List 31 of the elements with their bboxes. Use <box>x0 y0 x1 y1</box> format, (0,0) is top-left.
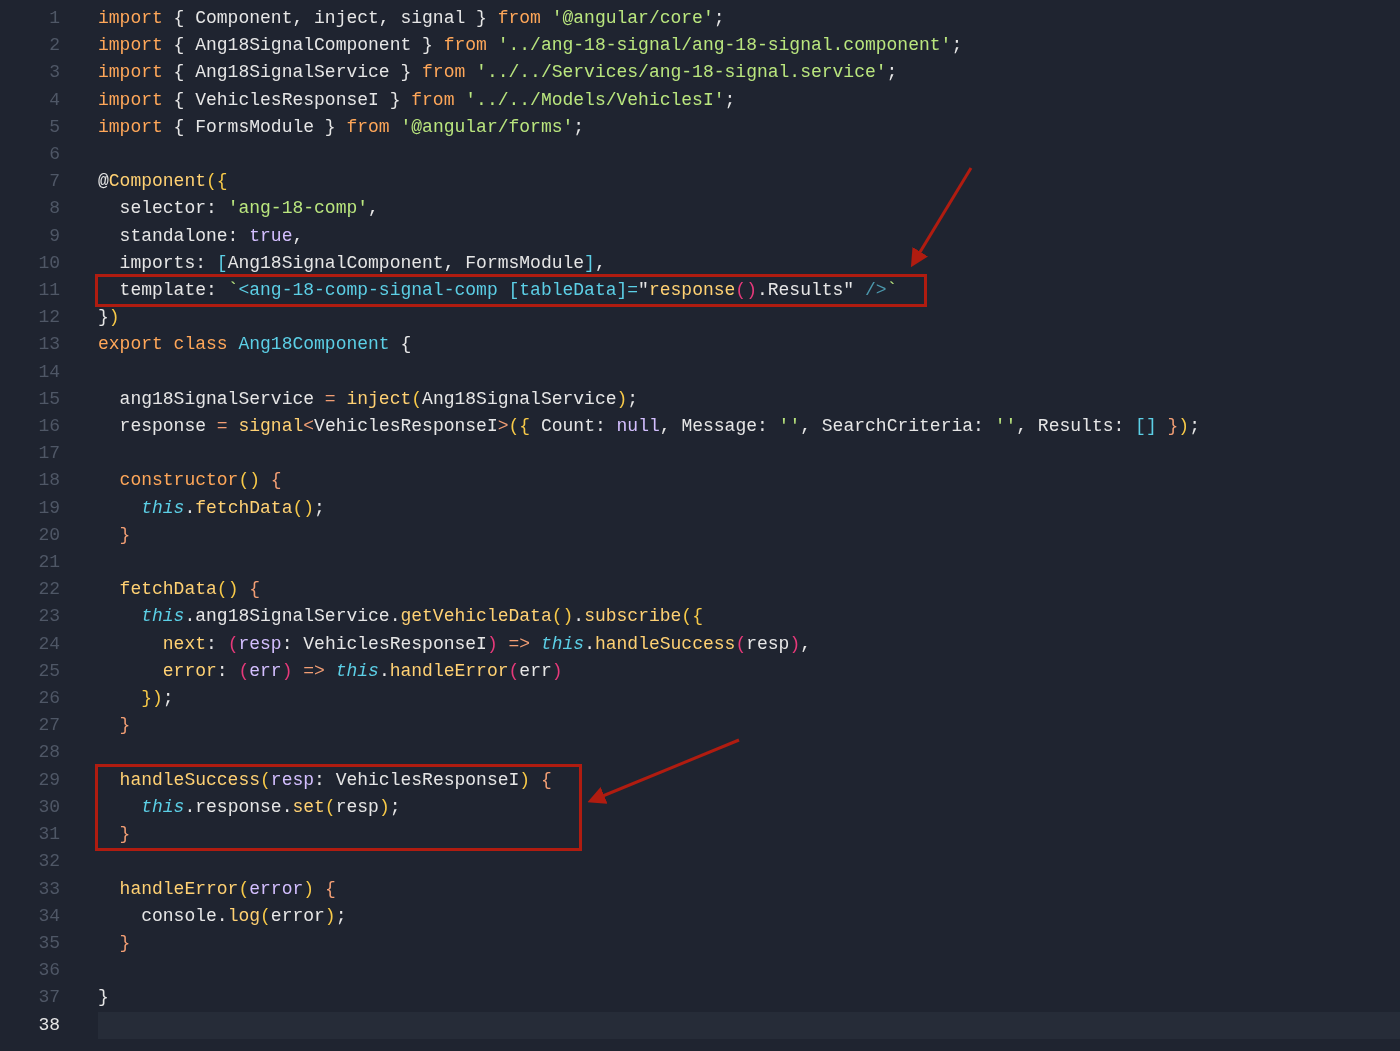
code-line: export class Ang18Component { <box>98 333 412 357</box>
code-line: @Component({ <box>98 170 228 194</box>
code-line: this.fetchData(); <box>140 496 325 520</box>
code-line: handleError(error) { <box>118 877 336 901</box>
code-line: import { VehiclesResponseI } from '../../Models/VehiclesI'; <box>98 88 736 112</box>
code-line: selector: 'ang-18-comp', <box>118 197 379 221</box>
code-line: ang18SignalService = inject(Ang18SignalService); <box>118 387 639 411</box>
code-line: template: `<ang-18-comp-signal-comp [tableData]="response().Results" />` <box>118 279 898 303</box>
line-number: 38 <box>37 1013 60 1037</box>
code-line: console.log(error); <box>140 904 347 928</box>
code-line: } <box>118 823 132 847</box>
code-line: import { FormsModule } from '@angular/forms'; <box>98 115 585 139</box>
code-line: } <box>98 986 109 1010</box>
code-line: } <box>118 714 131 738</box>
code-line: }); <box>140 687 174 711</box>
code-line: response = signal<VehiclesResponseI>({ Count: null, Message: '', SearchCriteria: '', Results: [] }); <box>118 415 1200 439</box>
code-line: error: (err) => this.handleError(err) <box>161 659 563 683</box>
code-line: this.ang18SignalService.getVehicleData().subscribe({ <box>140 605 703 629</box>
code-line: } <box>118 523 131 547</box>
code-line: imports: [Ang18SignalComponent, FormsModule], <box>118 251 606 275</box>
code-line: constructor() { <box>118 469 282 493</box>
code-line: fetchData() { <box>118 578 261 602</box>
code-line: import { Ang18SignalService } from '../../Services/ang-18-signal.service'; <box>98 61 898 85</box>
code-line: import { Component, inject, signal } from '@angular/core'; <box>98 7 725 30</box>
code-line: standalone: true, <box>118 224 304 248</box>
code-line: next: (resp: VehiclesResponseI) => this.handleSuccess(resp), <box>161 632 812 656</box>
code-line: handleSuccess(resp: VehiclesResponseI) { <box>118 768 552 792</box>
code-line: import { Ang18SignalComponent } from '../ang-18-signal/ang-18-signal.component'; <box>98 34 963 58</box>
code-line: } <box>118 931 131 955</box>
code-line: }) <box>98 306 120 330</box>
code-line: this.response.set(resp); <box>140 795 402 819</box>
